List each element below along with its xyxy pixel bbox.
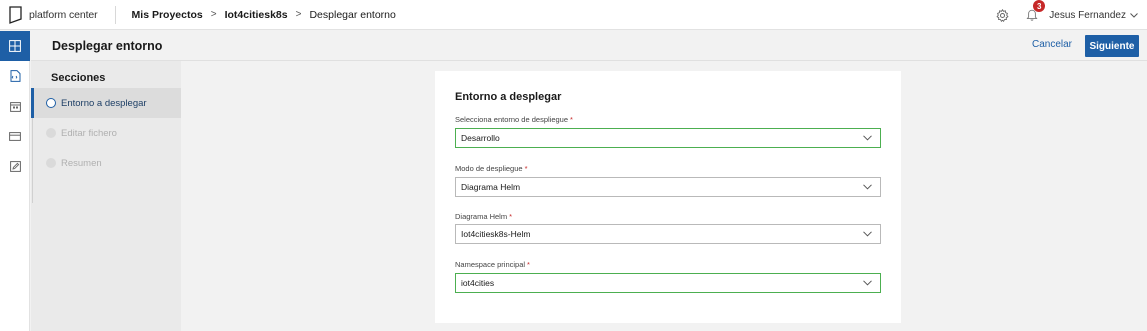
environment-select[interactable]: Desarrollo [455, 128, 881, 148]
breadcrumb-current: Desplegar entorno [309, 8, 396, 21]
card-icon [9, 131, 21, 141]
file-code-icon [10, 70, 20, 82]
top-right-actions: 3 Jesus Fernandez [994, 0, 1138, 30]
step-status-circle-icon [46, 128, 56, 138]
step-status-circle-icon [46, 98, 56, 108]
nav-edit[interactable] [0, 151, 30, 181]
breadcrumb-mis-proyectos[interactable]: Mis Proyectos [132, 9, 203, 21]
namespace-select-value: iot4cities [461, 278, 495, 288]
namespace-field-label: Namespace principal * [455, 260, 530, 269]
breadcrumb-project[interactable]: Iot4citiesk8s [225, 9, 288, 21]
settings-gear-icon[interactable] [994, 7, 1010, 23]
helm-chart-select[interactable]: Iot4citiesk8s-Helm [455, 224, 881, 244]
logo-mark-icon [9, 5, 22, 24]
dashboard-grid-icon [9, 40, 21, 52]
calendar-icon [9, 101, 21, 112]
sections-title: Secciones [51, 72, 106, 84]
breadcrumb-separator: > [210, 9, 217, 20]
environment-select-value: Desarrollo [461, 133, 500, 143]
deploy-form-card: Entorno a desplegar Selecciona entorno d… [435, 71, 901, 323]
chevron-down-icon [863, 231, 872, 237]
chevron-down-icon [863, 135, 872, 141]
page-header: Desplegar entorno Cancelar Siguiente [31, 31, 1147, 61]
notifications-button[interactable]: 3 [1024, 0, 1046, 23]
platform-logo[interactable]: platform center [9, 0, 98, 30]
required-marker: * [570, 115, 573, 124]
step-label: Editar fichero [61, 127, 117, 139]
chevron-down-icon [863, 280, 872, 286]
breadcrumb: Mis Proyectos > Iot4citiesk8s > Desplega… [132, 9, 396, 21]
step-entorno-a-desplegar[interactable]: Entorno a desplegar [31, 88, 181, 118]
top-bar: platform center Mis Proyectos > Iot4citi… [0, 0, 1147, 30]
breadcrumb-separator: > [295, 9, 302, 20]
cancel-button[interactable]: Cancelar [1032, 39, 1072, 50]
user-name: Jesus Fernandez [1049, 9, 1126, 21]
deploy-mode-select-value: Diagrama Helm [461, 182, 521, 192]
next-button[interactable]: Siguiente [1085, 35, 1139, 57]
form-title: Entorno a desplegar [455, 91, 562, 103]
logo-divider [114, 5, 116, 24]
user-menu[interactable]: Jesus Fernandez [1049, 10, 1138, 21]
environment-field-label: Selecciona entorno de despliegue * [455, 115, 573, 124]
deploy-mode-select[interactable]: Diagrama Helm [455, 177, 881, 197]
helm-chart-field-label: Diagrama Helm * [455, 212, 513, 221]
step-label: Entorno a desplegar [61, 97, 147, 109]
logo-text: platform center [29, 8, 98, 21]
notification-count-badge: 3 [1033, 0, 1046, 12]
left-nav-rail [0, 31, 30, 331]
namespace-select[interactable]: iot4cities [455, 273, 881, 293]
step-resumen: Resumen [31, 148, 181, 178]
steps-list: Entorno a desplegar Editar fichero Resum… [31, 88, 181, 203]
nav-cards[interactable] [0, 121, 30, 151]
step-editar-fichero: Editar fichero [31, 118, 181, 148]
nav-files[interactable] [0, 61, 30, 91]
required-marker: * [527, 260, 530, 269]
required-marker: * [524, 164, 528, 173]
nav-calendar[interactable] [0, 91, 30, 121]
edit-icon [9, 160, 21, 172]
deploy-mode-field-label: Modo de despliegue * [455, 164, 528, 173]
step-label: Resumen [61, 157, 102, 169]
chevron-down-icon [1130, 12, 1138, 18]
nav-dashboard[interactable] [0, 31, 30, 61]
sections-panel: Secciones Entorno a desplegar Editar fic… [31, 61, 181, 331]
page-title: Desplegar entorno [52, 38, 163, 53]
required-marker: * [509, 212, 513, 221]
helm-chart-select-value: Iot4citiesk8s-Helm [461, 229, 531, 239]
step-status-circle-icon [46, 158, 56, 168]
chevron-down-icon [863, 184, 872, 190]
